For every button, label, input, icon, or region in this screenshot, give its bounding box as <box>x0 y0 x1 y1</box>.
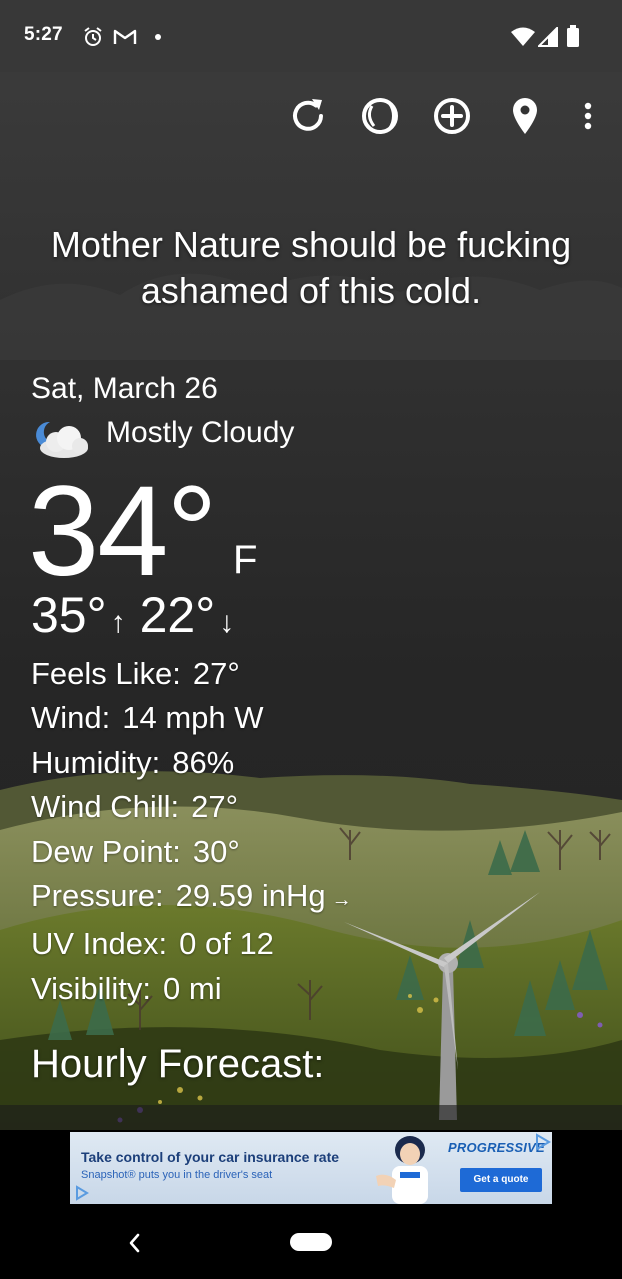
refresh-icon <box>293 99 323 131</box>
detail-label: Dew Point: <box>31 833 181 869</box>
signal-icon <box>538 27 558 47</box>
gmail-icon <box>113 29 137 44</box>
home-button[interactable] <box>290 1233 332 1251</box>
high-low-temperature: 35° ↑ 22° ↓ <box>31 586 248 652</box>
status-bar: 5:27 <box>0 0 622 72</box>
detail-row-pressure: Pressure: 29.59 inHg → <box>31 874 352 922</box>
detail-row-dew-point: Dew Point: 30° <box>31 830 352 874</box>
condition-text: Mostly Cloudy <box>106 416 295 449</box>
detail-row-feels-like: Feels Like: 27° <box>31 652 352 696</box>
ad-headline: Take control of your car insurance rate <box>81 1149 340 1165</box>
wifi-icon <box>511 27 535 46</box>
ad-cta-button[interactable]: Get a quote <box>460 1168 542 1192</box>
ad-mascot-image <box>376 1136 428 1204</box>
detail-row-humidity: Humidity: 86% <box>31 741 352 785</box>
detail-value: 27° <box>191 789 239 825</box>
theme-button[interactable] <box>358 94 402 138</box>
temperature-unit: F <box>233 538 258 582</box>
adchoices-icon[interactable] <box>532 1132 552 1152</box>
weather-app-screen: 5:27 Mother Nature should be fucking ash… <box>0 0 622 1279</box>
detail-value: 0 of 12 <box>179 926 274 962</box>
ad-subline: Snapshot® puts you in the driver's seat <box>81 1169 273 1181</box>
add-location-icon <box>434 98 470 134</box>
high-arrow-icon: ↑ <box>110 606 126 639</box>
back-icon[interactable] <box>120 1226 150 1260</box>
dot-icon <box>155 34 161 40</box>
detail-label: Visibility: <box>31 970 152 1006</box>
low-temperature: 22° <box>139 587 216 643</box>
hourly-forecast-heading: Hourly Forecast: <box>31 1042 325 1086</box>
detail-label: Feels Like: <box>31 656 181 691</box>
battery-icon <box>567 25 579 47</box>
high-temperature: 35° <box>31 587 107 643</box>
detail-label: Pressure: <box>31 878 164 914</box>
weather-details: Feels Like: 27° Wind: 14 mph W Humidity: 86… <box>31 652 352 1011</box>
alarm-icon <box>84 27 102 46</box>
status-time: 5:27 <box>24 24 63 45</box>
detail-value: 29.59 inHg <box>175 878 326 914</box>
location-pin-icon <box>513 98 537 134</box>
forecast-date: Sat, March 26 <box>31 372 218 405</box>
theme-icon <box>362 98 398 134</box>
ad-brand: PROGRESSIVE <box>448 1140 545 1155</box>
ad-banner[interactable]: Take control of your car insurance rate … <box>70 1132 552 1204</box>
detail-row-visibility: Visibility: 0 mi <box>31 967 352 1011</box>
ad-play-icon <box>76 1185 89 1201</box>
detail-value: 27° <box>192 656 240 691</box>
detail-label: Humidity: <box>31 744 161 780</box>
partly-cloudy-night-icon <box>36 421 88 458</box>
detail-value: 30° <box>192 833 240 869</box>
detail-row-wind-chill: Wind Chill: 27° <box>31 785 352 829</box>
current-temperature: 34° <box>28 460 218 603</box>
detail-row-wind: Wind: 14 mph W <box>31 696 352 740</box>
detail-label: Wind Chill: <box>31 789 180 825</box>
detail-value: 14 mph W <box>122 700 264 736</box>
refresh-button[interactable] <box>286 94 330 138</box>
weather-quote: Mother Nature should be fucking ashamed … <box>50 224 572 311</box>
add-location-button[interactable] <box>430 94 474 138</box>
detail-value: 0 mi <box>163 970 222 1006</box>
detail-label: Wind: <box>31 700 111 736</box>
more-options-button[interactable] <box>566 94 610 138</box>
detail-label: UV Index: <box>31 926 168 962</box>
detail-row-uv-index: UV Index: 0 of 12 <box>31 922 352 966</box>
more-options-icon <box>584 102 592 130</box>
low-arrow-icon: ↓ <box>219 606 235 639</box>
location-button[interactable] <box>503 94 547 138</box>
pressure-trend-arrow-icon: → <box>331 889 352 912</box>
detail-value: 86% <box>172 744 235 780</box>
